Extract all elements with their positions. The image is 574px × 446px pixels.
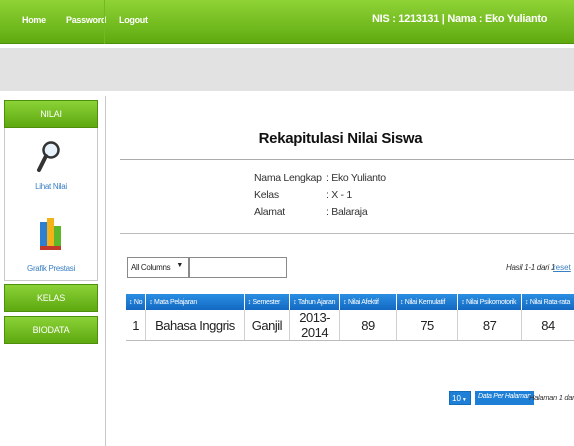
nav-logout-link[interactable]: Logout [119, 15, 148, 25]
info-alamat-row: Alamat : Balaraja [254, 206, 368, 218]
sidebar-header-nilai[interactable]: NILAI [4, 100, 98, 128]
sidebar-header-biodata[interactable]: BIODATA [4, 316, 98, 344]
chevron-down-icon: ▼ [461, 397, 467, 403]
grafik-prestasi-item[interactable]: Grafik Prestasi [5, 210, 97, 280]
sidebar-nilai-panel: Lihat Nilai Grafik Prestasi [4, 128, 98, 281]
info-alamat-value: : Balaraja [326, 206, 368, 218]
table-row: 1 Bahasa Inggris Ganjil 2013-2014 89 75 … [126, 310, 574, 341]
magnifier-icon [37, 141, 60, 172]
page-title: Rekapitulasi Nilai Siswa [258, 130, 423, 147]
table-header-row: ↕ No ↕ Mata Pelajaran ↕ Semester ↕ Tahun… [126, 294, 574, 310]
user-info: NIS : 1213131 | Nama : Eko Yulianto [372, 13, 548, 25]
cell-nilai-afektif: 89 [339, 310, 397, 341]
reset-link[interactable]: reset [553, 263, 571, 272]
per-page-select[interactable]: 10▼ [449, 391, 471, 405]
cell-semester: Ganjil [244, 310, 291, 341]
info-kelas-label: Kelas [254, 189, 279, 201]
col-header-tahun-ajaran[interactable]: ↕ Tahun Ajaran [289, 294, 341, 310]
col-header-nilai-psikomotorik[interactable]: ↕ Nilai Psikomotorik [457, 294, 523, 310]
cell-nilai-kemulatif: 75 [396, 310, 459, 341]
page-info: Halaman 1 dari 1 [529, 393, 574, 402]
info-kelas-row: Kelas : X - 1 [254, 189, 352, 201]
cell-nilai-rata-rata: 84 [521, 310, 574, 341]
sidebar: NILAI Lihat Nilai Grafik Prestasi KELAS … [4, 100, 98, 446]
cell-no: 1 [126, 310, 147, 341]
divider [120, 233, 574, 234]
sidebar-header-kelas[interactable]: KELAS [4, 284, 98, 312]
sidebar-item-grafik-prestasi[interactable]: Grafik Prestasi [5, 264, 97, 273]
main-content: Rekapitulasi Nilai Siswa Nama Lengkap : E… [105, 96, 574, 446]
column-filter-value: All Columns [131, 263, 171, 272]
column-filter-select[interactable]: All Columns ▼ [127, 257, 189, 278]
header-band [0, 48, 574, 91]
chevron-down-icon: ▼ [176, 262, 183, 269]
per-page-value: 10 [452, 394, 461, 403]
col-header-nilai-afektif[interactable]: ↕ Nilai Afektif [339, 294, 397, 310]
lihat-nilai-item[interactable]: Lihat Nilai [5, 128, 97, 208]
info-nama-row: Nama Lengkap : Eko Yulianto [254, 172, 386, 184]
nav-password-link[interactable]: Password [66, 15, 106, 25]
sidebar-item-lihat-nilai[interactable]: Lihat Nilai [5, 182, 97, 191]
sidebar-header-biodata-label: BIODATA [32, 325, 70, 335]
top-navbar: Home Password Logout NIS : 1213131 | Nam… [0, 0, 574, 44]
grades-table: ↕ No ↕ Mata Pelajaran ↕ Semester ↕ Tahun… [126, 294, 574, 341]
info-kelas-value: : X - 1 [326, 189, 352, 201]
col-header-no[interactable]: ↕ No [126, 294, 147, 310]
cell-nilai-psikomotorik: 87 [457, 310, 523, 341]
result-count: Hasil 1-1 dari 1 [506, 263, 556, 272]
cell-tahun-ajaran: 2013-2014 [289, 310, 341, 341]
search-input[interactable] [189, 257, 287, 278]
cell-mata-pelajaran: Bahasa Inggris [145, 310, 245, 341]
chart-book-icon [40, 218, 61, 250]
nav-home-link[interactable]: Home [22, 15, 46, 25]
sidebar-header-kelas-label: KELAS [36, 293, 66, 303]
col-header-semester[interactable]: ↕ Semester [244, 294, 291, 310]
sidebar-header-nilai-label: NILAI [40, 109, 62, 119]
col-header-nilai-kemulatif[interactable]: ↕ Nilai Kemulatif [396, 294, 459, 310]
col-header-nilai-rata-rata[interactable]: ↕ Nilai Rata-rata [521, 294, 574, 310]
info-alamat-label: Alamat [254, 206, 285, 218]
navbar-divider [104, 0, 105, 44]
info-nama-value: : Eko Yulianto [326, 172, 386, 184]
col-header-mata-pelajaran[interactable]: ↕ Mata Pelajaran [145, 294, 245, 310]
info-nama-label: Nama Lengkap [254, 172, 322, 184]
per-page-button[interactable]: Data Per Halaman [475, 391, 534, 405]
divider [120, 159, 574, 160]
